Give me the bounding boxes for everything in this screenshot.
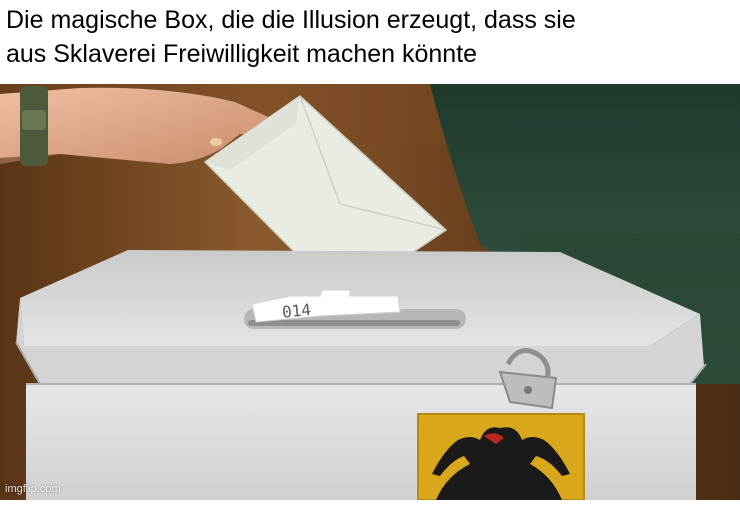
ballot-box: 014 [15, 250, 707, 501]
caption-area: Die magische Box, die die Illusion erzeu… [0, 0, 740, 84]
ring [210, 138, 222, 146]
caption-line-2: aus Sklaverei Freiwilligkeit machen könn… [6, 40, 478, 68]
ballot-number: 014 [281, 300, 312, 322]
caption-line-1: Die magische Box, die die Illusion erzeu… [6, 6, 576, 34]
box-front [26, 384, 696, 500]
imgflip-watermark: imgflip.com [5, 483, 61, 495]
meme-photo: 014 imgflip.com [0, 84, 740, 501]
ballot-scene: 014 [0, 84, 740, 501]
german-eagle-emblem [417, 413, 585, 501]
